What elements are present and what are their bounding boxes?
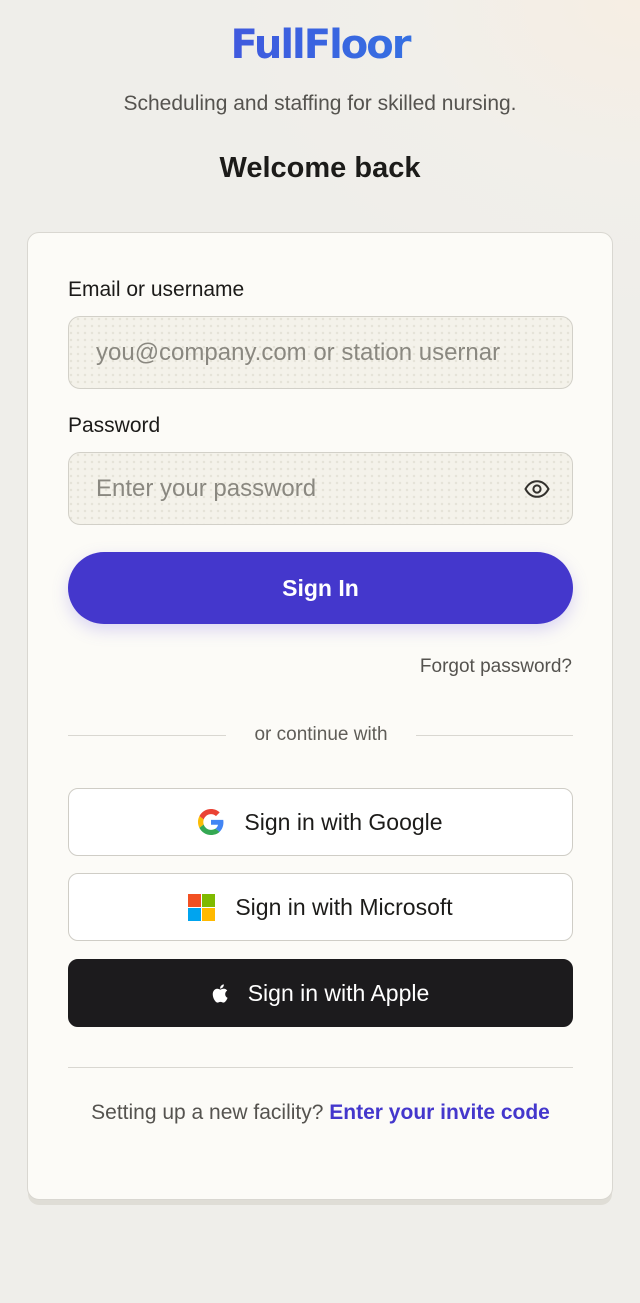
microsoft-icon [188, 893, 216, 921]
invite-code-link[interactable]: Enter your invite code [329, 1101, 550, 1124]
brand-tagline: Scheduling and staffing for skilled nurs… [123, 92, 517, 115]
divider-label-wrapper: or continue with [28, 722, 614, 748]
page-title: Welcome back [219, 152, 421, 184]
apple-sign-in-label: Sign in with Apple [247, 979, 430, 1006]
divider-label: or continue with [232, 724, 410, 745]
microsoft-sign-in-label: Sign in with Microsoft [235, 893, 453, 920]
brand-logo: FullFloor [0, 18, 640, 72]
email-field-wrapper [68, 316, 573, 389]
apple-sign-in-button[interactable]: Sign in with Apple [68, 959, 573, 1027]
eye-icon[interactable] [524, 477, 550, 501]
email-field[interactable] [69, 317, 572, 388]
email-label: Email or username [68, 278, 245, 301]
password-label: Password [68, 414, 161, 437]
google-sign-in-button[interactable]: Sign in with Google [68, 788, 573, 856]
footer-text: Setting up a new facility? Enter your in… [68, 1096, 573, 1129]
forgot-password-link[interactable]: Forgot password? [420, 654, 572, 680]
sign-in-button[interactable]: Sign In [68, 552, 573, 624]
microsoft-sign-in-button[interactable]: Sign in with Microsoft [68, 873, 573, 941]
google-sign-in-label: Sign in with Google [244, 808, 443, 835]
footer-divider [68, 1067, 573, 1068]
password-field-wrapper [68, 452, 573, 525]
footer-prompt: Setting up a new facility? [91, 1101, 324, 1124]
password-field[interactable] [69, 453, 572, 524]
login-card: Email or username Password Sign In Forgo… [27, 232, 613, 1200]
google-icon [198, 809, 224, 835]
apple-icon [212, 983, 228, 1003]
